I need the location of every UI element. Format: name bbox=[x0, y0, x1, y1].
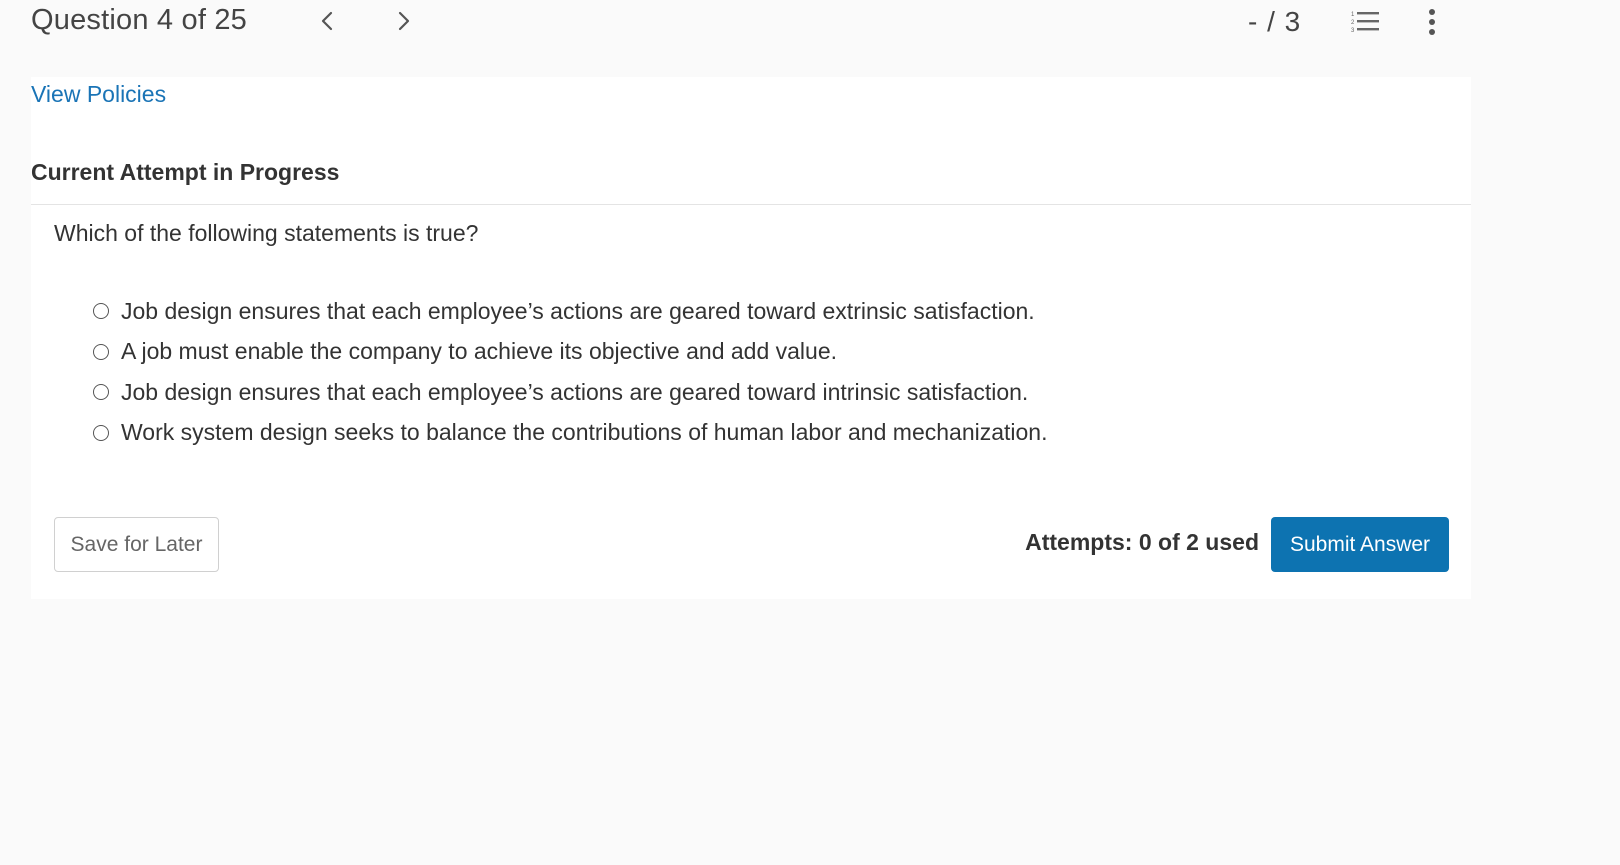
svg-text:1: 1 bbox=[1351, 12, 1355, 18]
attempts-counter: Attempts: 0 of 2 used bbox=[1025, 529, 1259, 555]
attempt-heading: Current Attempt in Progress bbox=[31, 159, 340, 185]
chevron-left-icon bbox=[320, 10, 334, 37]
answer-option[interactable]: Work system design seeks to balance the … bbox=[93, 413, 1047, 454]
question-counter: Question 4 of 25 bbox=[31, 4, 248, 36]
radio-button[interactable] bbox=[93, 424, 109, 441]
answer-option-label: Work system design seeks to balance the … bbox=[121, 419, 1048, 446]
answer-option-label: Job design ensures that each employee’s … bbox=[121, 378, 1029, 405]
save-for-later-button[interactable]: Save for Later bbox=[54, 517, 219, 572]
radio-button[interactable] bbox=[93, 384, 109, 401]
radio-button[interactable] bbox=[93, 303, 109, 320]
svg-text:3: 3 bbox=[1351, 28, 1355, 34]
radio-button[interactable] bbox=[93, 343, 109, 360]
svg-text:2: 2 bbox=[1351, 20, 1355, 26]
numbered-list-icon: 1 2 3 bbox=[1350, 9, 1380, 40]
next-question-button[interactable] bbox=[390, 8, 418, 38]
question-panel: View Policies Current Attempt in Progres… bbox=[31, 77, 1471, 599]
more-options-button[interactable] bbox=[1425, 8, 1439, 40]
answer-option[interactable]: A job must enable the company to achieve… bbox=[93, 332, 1047, 373]
previous-question-button[interactable] bbox=[313, 8, 341, 38]
question-score: - / 3 bbox=[1248, 6, 1302, 37]
view-policies-link[interactable]: View Policies bbox=[31, 81, 166, 108]
answer-option[interactable]: Job design ensures that each employee’s … bbox=[93, 372, 1047, 413]
answer-option-label: A job must enable the company to achieve… bbox=[121, 338, 838, 365]
question-list-button[interactable]: 1 2 3 bbox=[1348, 8, 1382, 40]
answer-option[interactable]: Job design ensures that each employee’s … bbox=[93, 291, 1047, 332]
answer-option-label: Job design ensures that each employee’s … bbox=[121, 297, 1035, 324]
chevron-right-icon bbox=[397, 10, 411, 37]
submit-answer-button[interactable]: Submit Answer bbox=[1271, 517, 1449, 572]
question-header: Question 4 of 25 - / 3 1 2 3 bbox=[0, 0, 1620, 48]
question-text: Which of the following statements is tru… bbox=[54, 220, 479, 246]
divider bbox=[31, 204, 1471, 205]
answer-options: Job design ensures that each employee’s … bbox=[93, 291, 1047, 453]
vertical-ellipsis-icon bbox=[1428, 8, 1436, 41]
